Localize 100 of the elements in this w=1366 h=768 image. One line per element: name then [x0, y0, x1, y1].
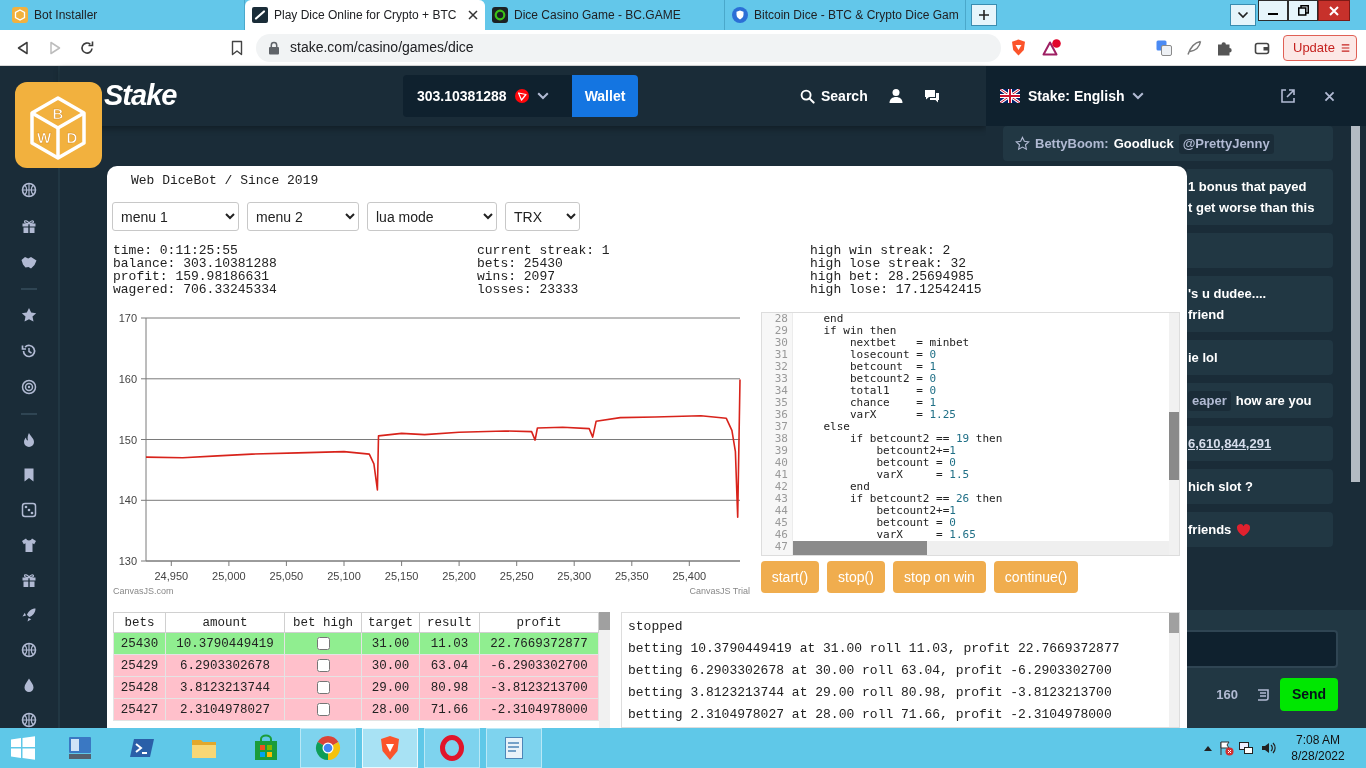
column-header: bets — [113, 612, 166, 633]
rules-icon[interactable] — [1255, 686, 1271, 703]
chat-text: t get worse than this — [1188, 199, 1315, 217]
clock-time[interactable]: 7:08 AM — [1288, 732, 1348, 748]
bookmark-icon[interactable] — [230, 39, 244, 56]
mention-tag[interactable]: @PrettyJenny — [1178, 133, 1274, 154]
restore-button[interactable] — [1288, 0, 1318, 21]
chat-input-field[interactable] — [1187, 630, 1338, 668]
table-cell: -6.2903302700 — [479, 654, 599, 677]
code-line: betcount2 = 0 — [848, 373, 937, 385]
mention-tag[interactable]: eaper — [1188, 390, 1231, 411]
translate-icon[interactable] — [1156, 39, 1172, 56]
scrollbar[interactable] — [1351, 126, 1360, 482]
checkbox[interactable] — [316, 702, 330, 716]
rocket-icon[interactable] — [21, 606, 37, 623]
column-header: target — [361, 612, 420, 633]
flag-icon[interactable] — [1218, 740, 1234, 756]
gift-icon[interactable] — [21, 571, 37, 588]
horizontal-scrollbar[interactable] — [793, 541, 1169, 555]
address-field[interactable]: stake.com/casino/games/dice — [256, 33, 1001, 62]
update-button[interactable]: Update — [1283, 34, 1357, 61]
wallet-button[interactable]: Wallet — [572, 75, 638, 117]
new-tab-button[interactable] — [970, 4, 997, 26]
network-icon[interactable] — [1238, 740, 1254, 756]
scrollbar-thumb[interactable] — [599, 612, 610, 630]
chevron-down-icon — [536, 92, 549, 100]
bookmark-icon[interactable] — [21, 466, 37, 483]
chat-link[interactable]: 6,610,844,291 — [1188, 433, 1272, 454]
checkbox[interactable] — [316, 636, 330, 650]
browser-tab[interactable]: Play Dice Online for Crypto + BTC — [245, 0, 485, 30]
log-line: stopped — [628, 618, 684, 636]
triangle-icon[interactable] — [1042, 39, 1061, 56]
scrollbar-thumb[interactable] — [1169, 613, 1179, 633]
taskbar-button[interactable] — [486, 728, 542, 768]
line-number: 45 — [762, 517, 793, 529]
stake-logo[interactable]: Stake — [104, 74, 200, 118]
stat-text: high bet: 28.25694985 — [810, 270, 975, 283]
scrollbar-thumb[interactable] — [793, 541, 927, 555]
table-cell: 25427 — [113, 698, 166, 721]
stat-text: profit: 159.98186631 — [113, 270, 271, 283]
chat-icon[interactable] — [923, 88, 940, 104]
vertical-scrollbar[interactable] — [599, 612, 610, 728]
line-number: 44 — [762, 505, 793, 517]
column-header: bet high — [284, 612, 362, 633]
handshake-icon[interactable] — [21, 254, 37, 270]
chat-text: how are you — [1235, 392, 1312, 410]
close-icon — [1329, 5, 1339, 16]
gift-icon[interactable] — [21, 218, 37, 234]
start-icon[interactable] — [10, 735, 36, 761]
star-icon[interactable] — [21, 307, 37, 323]
checkbox[interactable] — [316, 658, 330, 672]
lock-icon[interactable] — [268, 40, 280, 55]
clock-date[interactable]: 8/28/2022 — [1288, 748, 1348, 764]
dropdown[interactable]: menu 2 — [247, 202, 359, 231]
stat-text: time: 0:11:25:55 — [113, 244, 239, 257]
code-line: end — [848, 481, 870, 493]
dice-icon[interactable] — [21, 501, 37, 518]
shirt-icon[interactable] — [21, 536, 37, 553]
ball-icon[interactable] — [21, 711, 37, 728]
feather-icon[interactable] — [1186, 39, 1202, 56]
token-icon — [514, 89, 529, 103]
close-icon[interactable] — [468, 10, 478, 20]
chart-credit: CanvasJS Trial — [689, 585, 750, 597]
star-icon[interactable] — [1015, 136, 1030, 151]
dropdown[interactable]: TRX — [505, 202, 580, 231]
tab-list-button[interactable] — [1230, 4, 1256, 26]
target-icon[interactable] — [21, 379, 37, 395]
line-number: 28 — [762, 313, 793, 325]
stat-text: wagered: 706.33245334 — [113, 283, 278, 296]
ball-icon[interactable] — [21, 641, 37, 658]
vertical-scrollbar[interactable] — [1169, 613, 1179, 727]
taskbar-button[interactable] — [424, 728, 480, 768]
ball-icon[interactable] — [21, 182, 37, 198]
x-axis-label: 25,100 — [327, 570, 361, 582]
taskbar-button[interactable] — [300, 728, 356, 768]
speaker-icon[interactable] — [1260, 740, 1276, 756]
flame-icon[interactable] — [21, 431, 37, 448]
search-button[interactable]: Search — [800, 85, 868, 107]
close-icon[interactable] — [1323, 89, 1336, 103]
popout-icon[interactable] — [1280, 88, 1296, 104]
y-axis-label: 170 — [118, 312, 137, 324]
puzzle-icon[interactable] — [1216, 39, 1232, 56]
room-dropdown[interactable]: Stake: English — [1000, 85, 1145, 107]
back-icon[interactable] — [15, 39, 31, 56]
dropdown[interactable]: lua mode — [367, 202, 497, 231]
dropdown[interactable]: menu 1 — [112, 202, 239, 231]
shield-icon[interactable] — [1011, 39, 1026, 56]
balance-dropdown[interactable]: 303.10381288 — [403, 75, 572, 117]
chat-username[interactable]: BettyBoom: — [1035, 133, 1109, 154]
checkbox[interactable] — [316, 680, 330, 694]
reload-icon[interactable] — [79, 39, 95, 56]
user-icon[interactable] — [887, 88, 904, 104]
y-axis-label: 140 — [118, 494, 137, 507]
clock-icon[interactable] — [21, 343, 37, 359]
scrollbar-thumb[interactable] — [1169, 412, 1179, 480]
vertical-scrollbar[interactable] — [1169, 313, 1179, 555]
line-number: 32 — [762, 361, 793, 373]
close-button[interactable] — [1318, 0, 1350, 21]
minimize-button[interactable] — [1258, 0, 1288, 21]
send-button[interactable]: Send — [1280, 678, 1338, 711]
